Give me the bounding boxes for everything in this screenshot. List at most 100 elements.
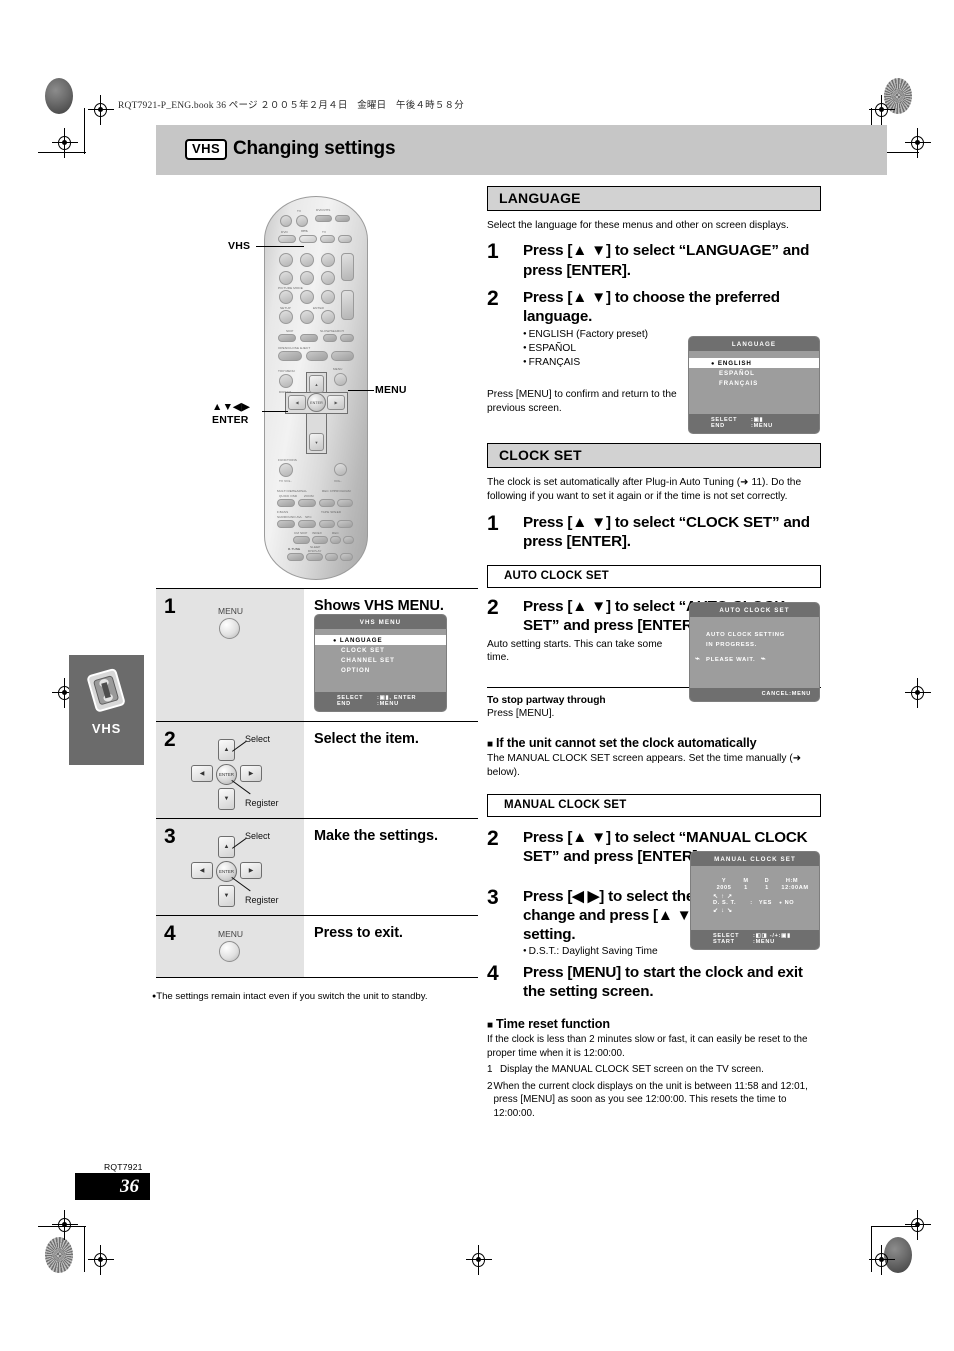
remote-key-right: ▶ — [327, 395, 345, 410]
osd-manual-clock-footer: SELECT :◧◨ -/+:▣▮ START :MENU — [691, 930, 819, 949]
osd-manual-dst-no: NO — [784, 900, 795, 906]
remote-label-multi-rehearsal: MULTI REHEARSAL — [277, 489, 308, 493]
remote-label-tv: TV — [297, 209, 302, 213]
remote-label-vol: VOL- — [334, 479, 342, 483]
trim-line-bl-h — [38, 1226, 86, 1227]
remote-label-tv2: TV — [322, 230, 327, 234]
procedure-row-1-menu-label: MENU — [218, 606, 244, 616]
remote-key-menu — [334, 373, 347, 386]
osd-auto-clock-set: AUTO CLOCK SET AUTO CLOCK SETTING IN PRO… — [689, 602, 820, 702]
remote-key-rec-ch — [319, 499, 335, 507]
language-note: Press [MENU] to confirm and return to th… — [487, 389, 677, 414]
auto-clock-note: Auto setting starts. This can take some … — [487, 638, 663, 664]
callout-dpad-leader — [262, 411, 288, 413]
osd-manual-clock-set: MANUAL CLOCK SET Y M D H:M 2005 1 1 12:0… — [690, 851, 820, 950]
time-reset-item-1: 1 Display the MANUAL CLOCK SET screen on… — [487, 1063, 821, 1076]
print-dot-top-left — [45, 78, 73, 114]
procedure-row-1-icon-cell: 1 MENU — [156, 589, 304, 721]
trim-line-br-h — [871, 1226, 919, 1227]
remote-key-tape-speed — [319, 520, 335, 528]
vhs-badge: VHS — [185, 139, 228, 160]
dpad-illustration-3: ▲ ◀ ▶ ENTER ▼ Select Register — [188, 831, 298, 911]
trim-line-tl-v — [84, 108, 85, 154]
registration-mark-bl — [52, 1210, 78, 1240]
remote-label-dvd-vhs: DVD/VHS — [316, 208, 331, 212]
page-title: Changing settings — [233, 138, 396, 159]
side-tab-vhs: VHS — [69, 655, 144, 765]
remote-key-r-tune — [287, 553, 304, 561]
remote-label-tv-vol: TV VOL- — [279, 479, 292, 483]
osd-manual-clock-body: Y M D H:M 2005 1 1 12:00AM ↖↑↗ D. S. T. … — [691, 866, 819, 914]
osd-vhs-menu-item-1: CLOCK SET — [341, 646, 385, 654]
osd-manual-col-y: Y — [721, 878, 727, 884]
manual-clock-subheading: MANUAL CLOCK SET — [487, 794, 821, 818]
remote-key-2 — [300, 253, 314, 267]
language-step-1-text: Press [▲ ▼] to select “LANGUAGE” and pre… — [523, 242, 810, 279]
callout-dpad-enter: ENTER — [212, 414, 249, 426]
dpad-select-caption-2: Select — [245, 734, 271, 744]
remote-key-power-tv — [296, 215, 308, 227]
procedure-row-2: 2 ▲ ◀ ▶ ENTER ▼ Select Register Select t… — [156, 722, 478, 819]
osd-auto-clock-wait-row: ⌁ PLEASE WAIT. ⌁ — [695, 654, 766, 665]
osd-vhs-menu-item-3: OPTION — [341, 666, 371, 674]
clock-section-intro: The clock is set automatically after Plu… — [487, 477, 802, 502]
osd-auto-clock-line1: AUTO CLOCK SETTING — [706, 632, 785, 638]
procedure-row-2-icon-cell: 2 ▲ ◀ ▶ ENTER ▼ Select Register — [156, 722, 304, 818]
language-step-2-number: 2 — [487, 286, 499, 310]
remote-key-top-menu — [279, 374, 293, 388]
callout-vhs: VHS — [228, 240, 251, 252]
remote-label-quick-osd: QUICK OSD — [279, 494, 298, 498]
remote-key-zoom — [298, 499, 316, 507]
dpad-left-key-2: ◀ — [191, 765, 213, 782]
remote-key-setup — [279, 310, 293, 324]
osd-manual-dst-arrows-bot-icon: ↙↓↘ — [713, 908, 736, 914]
procedure-row-4-menu-label: MENU — [218, 929, 244, 939]
osd-manual-dst-label: D. S. T. — [713, 900, 737, 906]
procedure-row-2-number: 2 — [164, 728, 176, 751]
language-step-2-text: Press [▲ ▼] to choose the preferred lang… — [523, 288, 780, 325]
remote-label-bottom-left: R-TUNE — [288, 547, 301, 551]
clock-step-4-text: Press [MENU] to start the clock and exit… — [523, 964, 803, 1001]
remote-label-skip: SKIP — [286, 329, 294, 333]
osd-manual-col-hm: H:M — [785, 878, 799, 884]
time-reset-intro: If the clock is less than 2 minutes slow… — [487, 1034, 808, 1059]
remote-key-play — [331, 351, 354, 361]
osd-manual-val-d: 1 — [765, 885, 769, 891]
registration-mark-tr2 — [905, 128, 931, 158]
remote-label-f-bass: F.BASS — [277, 510, 289, 514]
clock-step-1: 1 Press [▲ ▼] to select “CLOCK SET” and … — [487, 512, 821, 551]
trim-line-bl-v — [84, 1226, 85, 1272]
remote-key-quick-osd — [277, 499, 295, 507]
remote-key-vhs — [299, 235, 317, 243]
registration-mark-mr — [905, 678, 931, 708]
remote-rocker-ch — [341, 253, 354, 281]
remote-label-dvd: DVD — [281, 230, 288, 234]
procedure-row-4-icon-cell: 4 MENU — [156, 916, 304, 977]
osd-language-footer-end: END :MENU — [689, 423, 819, 429]
remote-key-spc — [298, 520, 316, 528]
osd-vhs-menu-footer-end-value: :MENU — [377, 701, 399, 707]
remote-key-program — [337, 499, 353, 507]
clock-step-1-number: 1 — [487, 512, 499, 536]
remote-label-picture-mode: PICTURE MODE — [278, 286, 303, 290]
remote-key-slow-fwd — [340, 334, 354, 342]
callout-menu-leader — [348, 390, 374, 392]
menu-button-icon — [219, 618, 240, 639]
dpad-register-caption-3: Register — [245, 895, 279, 905]
osd-language-title: LANGUAGE — [689, 337, 819, 351]
clock-step-4-number: 4 — [487, 962, 499, 986]
osd-language-footer-end-key: END — [711, 423, 725, 429]
rqt-code: RQT7921 — [104, 1162, 143, 1172]
remote-key-1 — [279, 253, 293, 267]
registration-mark-tl2 — [52, 128, 78, 158]
remote-key-0 — [300, 310, 314, 324]
osd-manual-val-y: 2005 — [716, 885, 732, 891]
cannot-set-heading: If the unit cannot set the clock automat… — [487, 736, 821, 750]
procedure-row-4-text-cell: Press to exit. — [304, 916, 478, 977]
remote-label-vhs: VHS — [301, 229, 308, 233]
remote-key-f-bass — [277, 520, 295, 528]
language-step-1: 1 Press [▲ ▼] to select “LANGUAGE” and p… — [487, 241, 821, 279]
book-source-line: RQT7921-P_ENG.book 36 ページ ２００５年２月４日 金曜日 … — [118, 101, 464, 111]
remote-key-dvd — [278, 235, 296, 243]
osd-manual-col-d: D — [764, 878, 770, 884]
